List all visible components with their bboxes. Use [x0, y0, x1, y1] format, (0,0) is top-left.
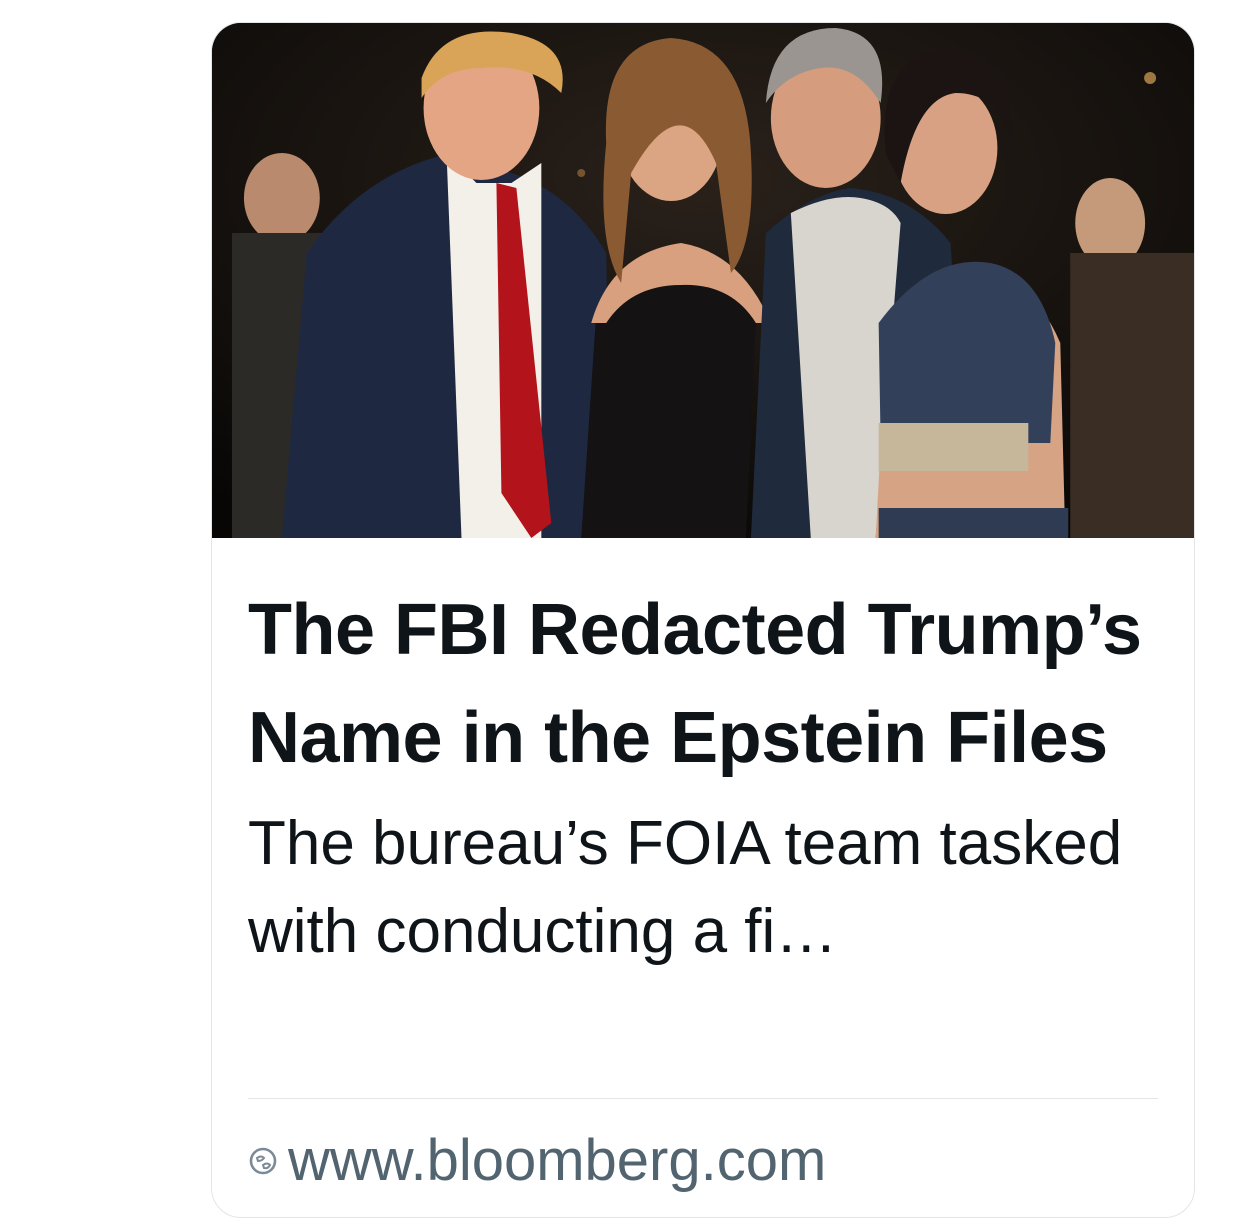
link-globe-icon: [248, 1146, 278, 1176]
article-description: The bureau’s FOIA team tasked with condu…: [248, 809, 1123, 966]
link-source[interactable]: www.bloomberg.com: [248, 1121, 826, 1201]
card-divider: [248, 1098, 1158, 1099]
article-headline[interactable]: The FBI Redacted Trump’s Name in the Eps…: [248, 576, 1158, 792]
photo-illustration: [212, 23, 1194, 538]
link-preview-card[interactable]: The FBI Redacted Trump’s Name in the Eps…: [211, 22, 1195, 1218]
card-text-area[interactable]: The FBI Redacted Trump’s Name in the Eps…: [248, 576, 1158, 976]
article-thumbnail-image[interactable]: [212, 23, 1194, 538]
link-domain[interactable]: www.bloomberg.com: [288, 1121, 826, 1201]
